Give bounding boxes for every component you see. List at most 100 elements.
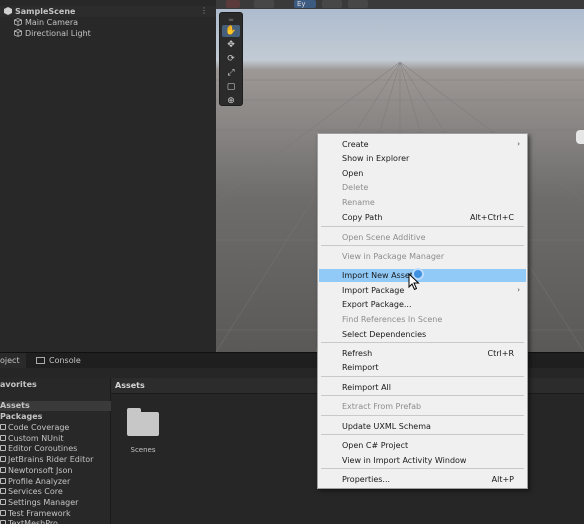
- menu-item-label: Show in Explorer: [342, 154, 410, 163]
- menu-separator: [321, 245, 524, 246]
- package-label: Services Core: [8, 487, 63, 497]
- menu-item-export-package[interactable]: Export Package...: [319, 298, 526, 311]
- submenu-arrow-icon: ›: [517, 140, 520, 148]
- submenu-arrow-icon: ›: [517, 286, 520, 294]
- rect-tool-icon[interactable]: ▢: [222, 81, 240, 93]
- menu-item-reimport-all[interactable]: Reimport All: [319, 381, 526, 394]
- hierarchy-item-label: Main Camera: [25, 18, 79, 27]
- menu-item-label: Open Scene Additive: [342, 233, 426, 242]
- menu-item-label: Open C# Project: [342, 441, 409, 450]
- package-folder-icon: [0, 434, 6, 441]
- menu-shortcut: Alt+Ctrl+C: [469, 213, 514, 222]
- menu-separator: [321, 226, 524, 227]
- menu-item-label: Update UXML Schema: [342, 422, 431, 431]
- package-label: Newtonsoft Json: [8, 465, 73, 475]
- mouse-cursor-icon: [408, 273, 420, 291]
- scene-gizmo[interactable]: [576, 130, 584, 144]
- hierarchy-item-main-camera[interactable]: Main Camera: [14, 17, 78, 28]
- draw-mode-button[interactable]: [226, 0, 240, 8]
- package-folder-icon: [0, 424, 6, 430]
- menu-item-find-references-in-scene: Find References In Scene: [319, 313, 526, 326]
- package-label: Settings Manager: [8, 497, 79, 507]
- menu-item-view-in-package-manager: View in Package Manager: [319, 250, 526, 263]
- rotate-tool-icon[interactable]: ⟳: [222, 53, 240, 65]
- menu-separator: [321, 415, 524, 416]
- menu-item-select-dependencies[interactable]: Select Dependencies: [319, 328, 526, 341]
- hand-tool-icon[interactable]: ✋: [222, 25, 240, 37]
- tree-assets[interactable]: Assets: [0, 401, 111, 411]
- menu-item-copy-path[interactable]: Copy Path Alt+Ctrl+C: [319, 211, 526, 224]
- package-item[interactable]: Custom NUnit: [0, 434, 63, 444]
- menu-item-show-in-explorer[interactable]: Show in Explorer: [319, 152, 526, 165]
- menu-item-update-uxml-schema[interactable]: Update UXML Schema: [319, 420, 526, 433]
- gameobject-icon: [14, 29, 22, 37]
- menu-item-label: Extract From Prefab: [342, 402, 422, 411]
- transform-tool-icon[interactable]: ⊕: [222, 95, 240, 107]
- scene-item[interactable]: SampleScene: [4, 6, 75, 17]
- kebab-menu-icon[interactable]: ⋮: [200, 6, 208, 15]
- menu-separator: [321, 376, 524, 377]
- package-label: Editor Coroutines: [8, 444, 78, 454]
- tools-overlay: ═ ✋ ✥ ⟳ ⤢ ▢ ⊕: [219, 12, 243, 106]
- menu-item-open[interactable]: Open: [319, 167, 526, 180]
- tree-favorites[interactable]: avorites: [0, 380, 37, 390]
- view-dropdown[interactable]: Ey: [294, 0, 316, 8]
- menu-item-open-c-project[interactable]: Open C# Project: [319, 439, 526, 452]
- package-item[interactable]: Editor Coroutines: [0, 444, 77, 454]
- package-item[interactable]: Settings Manager: [0, 498, 78, 508]
- package-item[interactable]: JetBrains Rider Editor: [0, 455, 93, 465]
- menu-separator: [321, 434, 524, 435]
- package-item[interactable]: Services Core: [0, 487, 63, 497]
- menu-item-rename: Rename: [319, 196, 526, 209]
- tab-project[interactable]: oject: [0, 353, 26, 369]
- package-item[interactable]: TextMeshPro: [0, 519, 58, 524]
- menu-item-label: Delete: [342, 183, 369, 192]
- hierarchy-item-directional-light[interactable]: Directional Light: [14, 28, 91, 39]
- menu-item-label: Reimport: [342, 363, 379, 372]
- move-tool-icon[interactable]: ✥: [222, 39, 240, 51]
- tab-console[interactable]: Console: [30, 353, 87, 369]
- package-item[interactable]: Newtonsoft Json: [0, 466, 72, 476]
- menu-shortcut: Alt+P: [491, 475, 514, 484]
- package-label: TextMeshPro: [8, 519, 58, 524]
- package-folder-icon: [0, 488, 6, 495]
- scene-name: SampleScene: [15, 7, 76, 16]
- menu-item-reimport[interactable]: Reimport: [319, 361, 526, 374]
- grid-button[interactable]: [348, 0, 368, 8]
- menu-separator: [321, 342, 524, 343]
- project-tree: avorites Assets Packages Code Coverage Cu…: [0, 378, 111, 524]
- context-menu: Create › Show in Explorer Open Delete Rename C…: [317, 133, 528, 489]
- scale-tool-icon[interactable]: ⤢: [222, 67, 240, 79]
- menu-shortcut: Ctrl+R: [487, 349, 515, 358]
- unity-scene-icon: [4, 7, 12, 15]
- menu-item-open-scene-additive: Open Scene Additive: [319, 231, 526, 244]
- package-folder-icon: [0, 445, 6, 452]
- menu-item-properties[interactable]: Properties... Alt+P: [319, 473, 526, 486]
- menu-item-label: Create: [342, 140, 369, 149]
- menu-item-import-package[interactable]: Import Package ›: [319, 284, 526, 297]
- package-item[interactable]: Profile Analyzer: [0, 477, 70, 487]
- menu-item-extract-from-prefab: Extract From Prefab: [319, 400, 526, 413]
- hierarchy-item-label: Directional Light: [25, 29, 91, 38]
- package-item[interactable]: Code Coverage: [0, 423, 69, 433]
- folder-label: Scenes: [130, 446, 156, 454]
- folder-icon[interactable]: [127, 408, 159, 436]
- menu-separator: [321, 468, 524, 469]
- package-item[interactable]: Test Framework: [0, 509, 71, 519]
- render-mode-button[interactable]: [254, 0, 274, 8]
- tree-packages[interactable]: Packages: [0, 412, 42, 422]
- package-label: Code Coverage: [8, 423, 70, 432]
- package-folder-icon: [0, 456, 6, 463]
- package-label: Profile Analyzer: [8, 476, 71, 486]
- console-icon: [36, 357, 45, 364]
- menu-item-label: Open: [342, 169, 364, 178]
- gizmos-button[interactable]: [322, 0, 342, 8]
- menu-item-label: Find References In Scene: [342, 315, 443, 324]
- menu-item-label: Copy Path: [342, 213, 383, 222]
- menu-item-label: Import Package: [342, 286, 405, 295]
- package-label: JetBrains Rider Editor: [8, 455, 94, 465]
- menu-item-view-in-import-activity-window[interactable]: View in Import Activity Window: [319, 454, 526, 467]
- menu-item-refresh[interactable]: Refresh Ctrl+R: [319, 347, 526, 360]
- hierarchy-panel: SampleScene ⋮ Main Camera Directional Li…: [0, 0, 216, 352]
- menu-item-create[interactable]: Create ›: [319, 138, 526, 151]
